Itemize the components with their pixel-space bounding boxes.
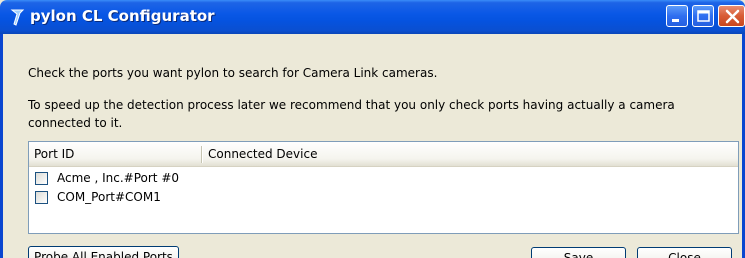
pylon-app-icon — [9, 6, 27, 28]
column-header-port-id[interactable]: Port ID — [29, 142, 203, 166]
port-list-header: Port ID Connected Device — [29, 142, 738, 167]
close-icon — [725, 9, 740, 24]
minimize-button[interactable] — [666, 5, 688, 27]
port-checkbox[interactable] — [35, 172, 48, 185]
port-list[interactable]: Port ID Connected Device Acme , Inc.#Por… — [28, 141, 739, 234]
probe-all-enabled-ports-button[interactable]: Probe All Enabled Ports — [28, 246, 179, 258]
save-button[interactable]: Save — [531, 247, 626, 258]
instruction-text: Check the ports you want pylon to search… — [28, 66, 438, 80]
port-id-label: COM_Port#COM1 — [57, 190, 161, 204]
port-id-label: Acme , Inc.#Port #0 — [57, 171, 180, 185]
title-bar[interactable]: pylon CL Configurator — [0, 0, 745, 34]
maximize-icon — [697, 10, 710, 22]
maximize-button[interactable] — [692, 5, 714, 27]
close-window-button[interactable] — [718, 5, 745, 27]
window-frame-left — [0, 34, 3, 258]
recommendation-text: To speed up the detection process later … — [28, 98, 675, 112]
recommendation-text-continued: connected to it. — [28, 116, 123, 130]
port-checkbox[interactable] — [35, 191, 48, 204]
close-button[interactable]: Close — [637, 247, 732, 258]
window-title: pylon CL Configurator — [30, 7, 215, 25]
column-header-connected-device[interactable]: Connected Device — [203, 142, 738, 166]
configurator-window: pylon CL Configurator Check the ports yo… — [0, 0, 745, 258]
minimize-icon — [672, 19, 679, 22]
